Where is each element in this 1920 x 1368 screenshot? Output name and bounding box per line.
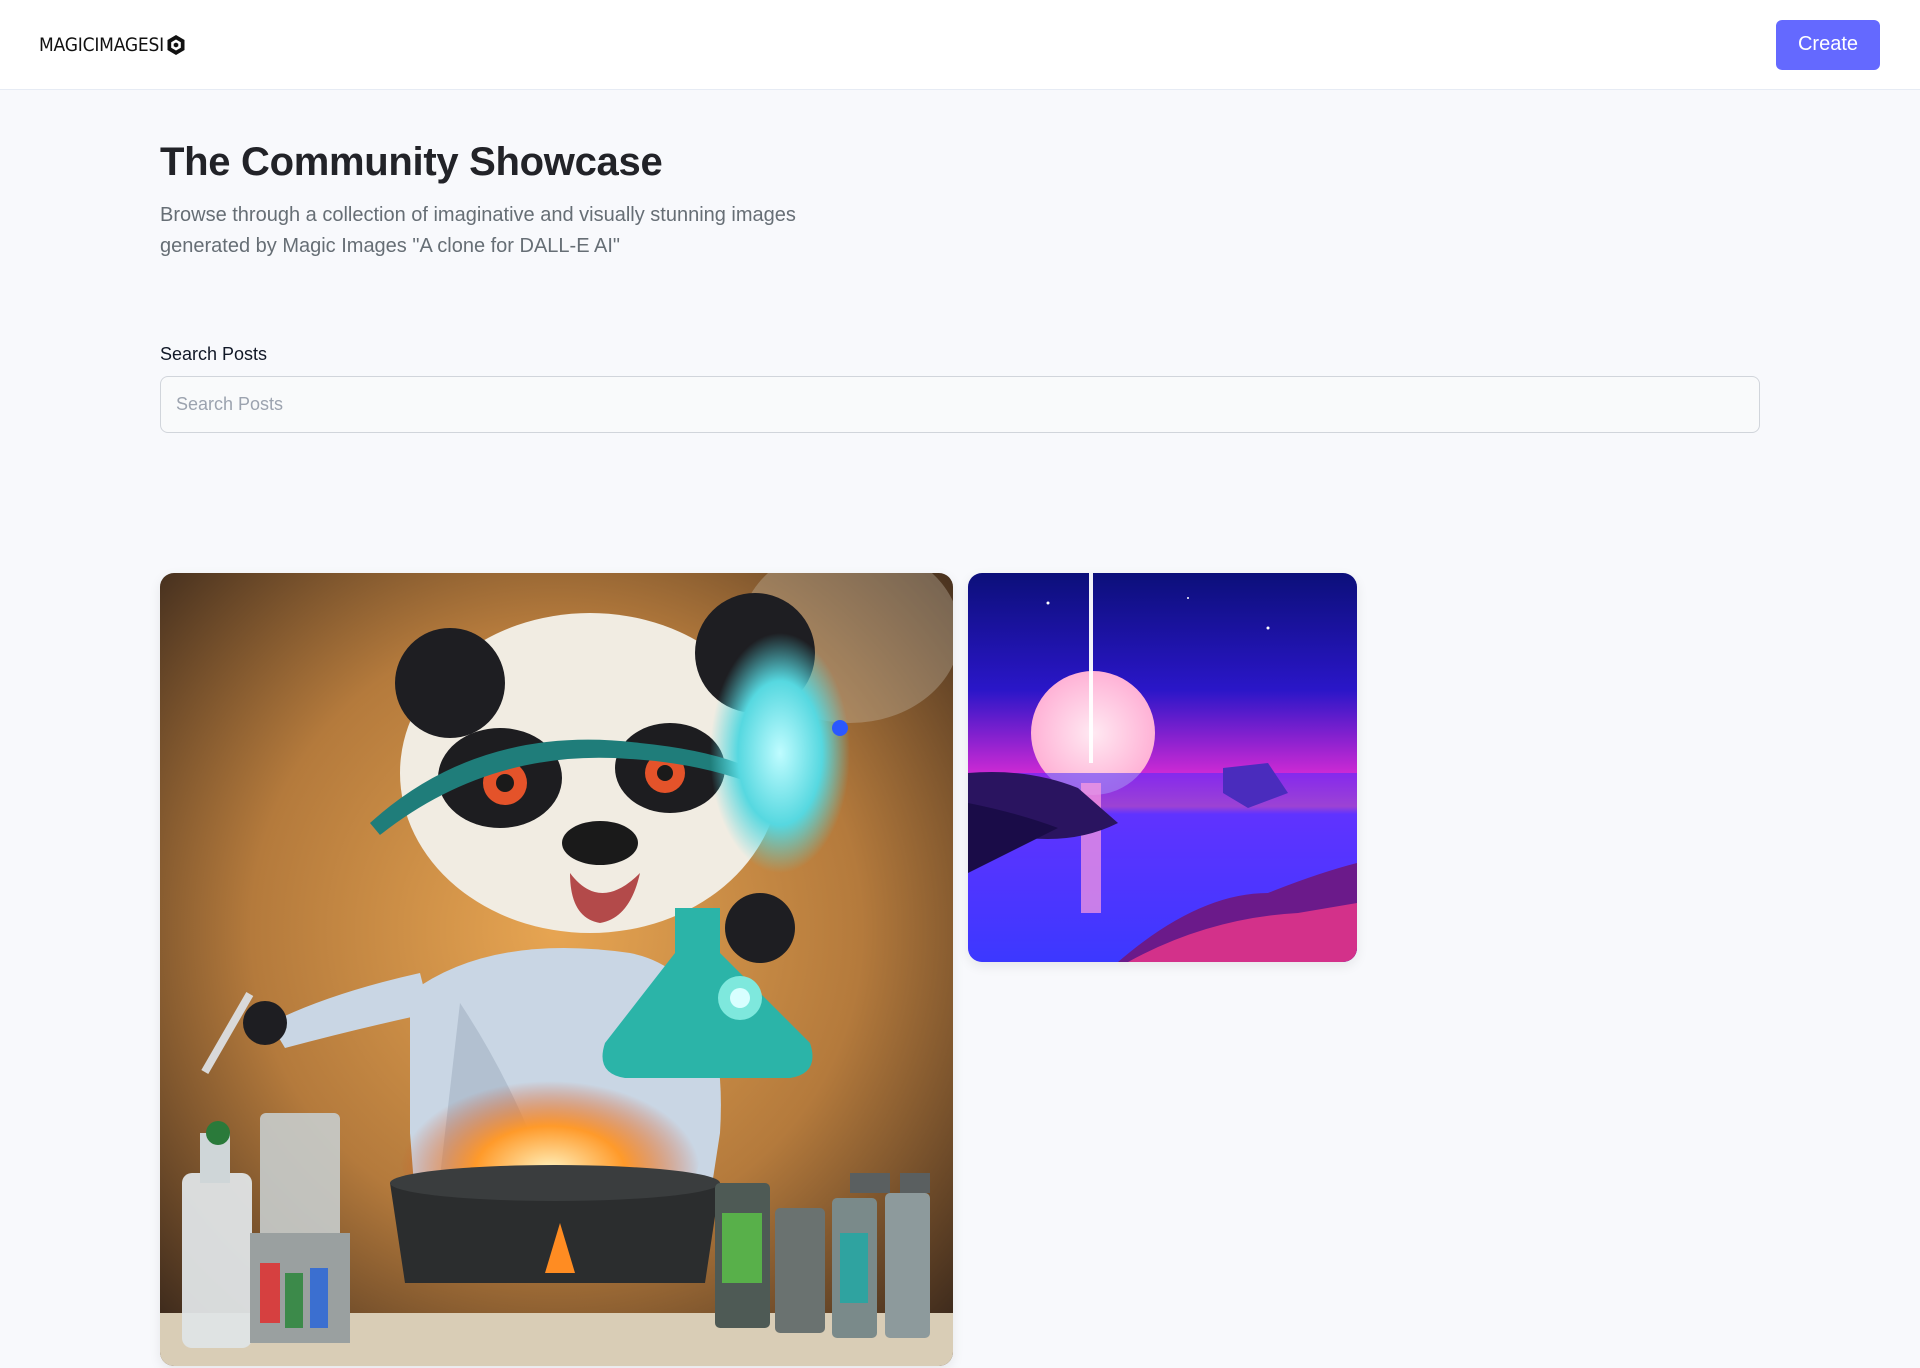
search-label: Search Posts <box>160 344 268 364</box>
create-button[interactable]: Create <box>1776 19 1880 70</box>
search-input[interactable] <box>160 376 1760 433</box>
page-subtitle: Browse through a collection of imaginati… <box>160 204 796 257</box>
top-navbar: MAGICIMAGESI Create <box>0 0 1920 90</box>
post-card-panda[interactable] <box>160 573 953 1366</box>
page-title: The Community Showcase <box>160 140 663 184</box>
gallery-grid <box>160 573 1760 1368</box>
logo-text: MAGICIMAGESI <box>39 33 165 56</box>
main-content: The Community Showcase Browse through a … <box>160 90 1760 1366</box>
post-card-sunset[interactable] <box>968 573 1357 962</box>
logo[interactable]: MAGICIMAGESI <box>39 34 186 56</box>
synthwave-sunset-image <box>968 573 1357 962</box>
panda-scientist-image <box>160 573 953 1366</box>
hexagon-logo-icon <box>167 34 185 55</box>
